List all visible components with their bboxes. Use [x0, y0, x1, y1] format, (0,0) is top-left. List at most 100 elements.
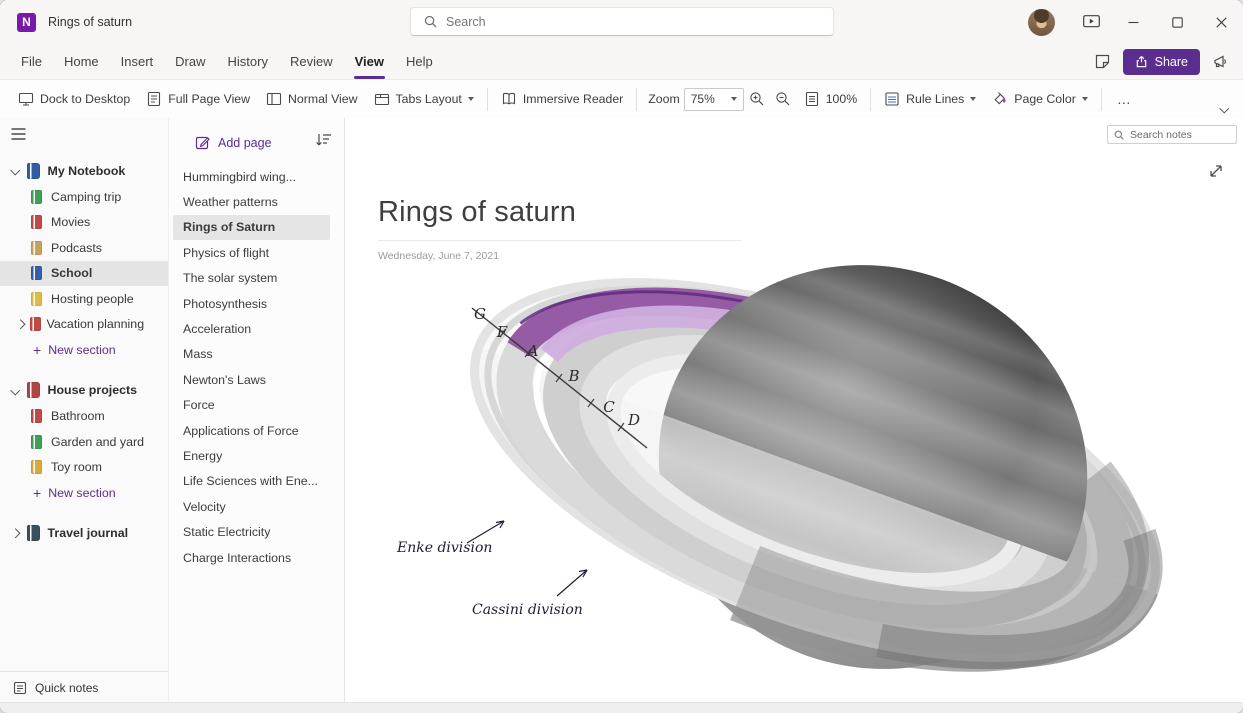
menu-view[interactable]: View: [344, 44, 395, 79]
ribbon-collapse-button[interactable]: [1219, 100, 1243, 118]
section-name: Bathroom: [51, 409, 105, 424]
chevron-down-icon: [1081, 97, 1088, 101]
search-notes-input[interactable]: Search notes: [1107, 125, 1237, 144]
megaphone-icon: [1214, 55, 1226, 67]
ribbon-separator: [636, 87, 638, 111]
present-button[interactable]: [1071, 0, 1111, 44]
page-list-item[interactable]: Static Electricity: [169, 519, 344, 544]
zoom-100-label: 100%: [825, 92, 858, 106]
rule-lines-button[interactable]: Rule Lines: [876, 86, 984, 112]
zoom-out-button[interactable]: [770, 86, 796, 112]
present-icon: [1082, 15, 1100, 28]
sidebar-section-podcasts[interactable]: Podcasts: [0, 235, 168, 261]
menu-insert[interactable]: Insert: [110, 44, 165, 79]
section-name: Podcasts: [51, 240, 102, 255]
immersive-reader-button[interactable]: Immersive Reader: [493, 86, 631, 112]
chevron-down-icon[interactable]: [10, 385, 20, 395]
plus-icon: +: [33, 484, 42, 501]
dock-to-desktop-label: Dock to Desktop: [40, 92, 131, 106]
onenote-window: N Rings of saturn Search File Home Inser…: [0, 0, 1243, 713]
menu-file[interactable]: File: [10, 44, 53, 79]
new-section-button[interactable]: + New section: [0, 337, 168, 363]
sidebar-section-camping-trip[interactable]: Camping trip: [0, 184, 168, 210]
share-button[interactable]: Share: [1122, 48, 1200, 75]
new-section-button[interactable]: + New section: [0, 480, 168, 506]
page-date: Wednesday, June 7, 2021: [378, 250, 500, 262]
chevron-right-icon[interactable]: [15, 319, 25, 329]
notebook-group: My Notebook Camping trip Movies Podcasts…: [0, 157, 168, 363]
navigation-toggle-button[interactable]: [0, 118, 168, 149]
menu-draw[interactable]: Draw: [164, 44, 216, 79]
zoom-level-select[interactable]: 75%: [683, 87, 744, 111]
cassini-division-label: Cassini division: [472, 602, 583, 618]
page-title: Charge Interactions: [183, 550, 292, 565]
menu-help[interactable]: Help: [395, 44, 444, 79]
page-list-item[interactable]: Hummingbird wing...: [169, 164, 344, 189]
notebook-travel-journal[interactable]: Travel journal: [0, 520, 168, 547]
page-title: Applications of Force: [183, 423, 299, 438]
page-list-item[interactable]: Acceleration: [169, 316, 344, 341]
close-icon: [1215, 16, 1227, 28]
sidebar-section-vacation-planning[interactable]: Vacation planning: [0, 312, 168, 338]
expand-diagonal-icon: [1210, 165, 1222, 177]
full-page-view-button[interactable]: Full Page View: [138, 86, 258, 112]
sidebar-section-toy-room[interactable]: Toy room: [0, 455, 168, 481]
maximize-button[interactable]: [1155, 0, 1199, 44]
section-icon: [31, 189, 42, 204]
normal-view-button[interactable]: Normal View: [258, 86, 365, 112]
chevron-down-icon: [730, 97, 737, 101]
page-list-item[interactable]: Physics of flight: [169, 240, 344, 265]
chevron-down-icon[interactable]: [10, 165, 20, 176]
zoom-100-button[interactable]: 100%: [796, 86, 865, 112]
chevron-down-icon: [467, 97, 474, 101]
page-list-item[interactable]: Applications of Force: [169, 418, 344, 443]
page-list-item[interactable]: Newton's Laws: [169, 367, 344, 392]
page-list-item[interactable]: Weather patterns: [169, 189, 344, 214]
rule-lines-icon: [885, 92, 899, 106]
sidebar-section-bathroom[interactable]: Bathroom: [0, 404, 168, 430]
chevron-right-icon[interactable]: [10, 528, 20, 538]
section-icon: [31, 240, 42, 255]
close-button[interactable]: [1199, 0, 1243, 44]
notebook-my-notebook[interactable]: My Notebook: [0, 157, 168, 184]
page-title[interactable]: Rings of saturn: [378, 196, 576, 229]
sort-pages-button[interactable]: [316, 133, 332, 152]
sidebar-section-hosting-people[interactable]: Hosting people: [0, 286, 168, 312]
sidebar-section-movies[interactable]: Movies: [0, 210, 168, 236]
search-input[interactable]: Search: [410, 7, 834, 36]
sidebar-section-school[interactable]: School: [0, 260, 168, 286]
expand-page-button[interactable]: [1208, 163, 1224, 179]
zoom-in-button[interactable]: [744, 86, 770, 112]
page-list-item[interactable]: Velocity: [169, 494, 344, 519]
menu-review[interactable]: Review: [279, 44, 344, 79]
minimize-button[interactable]: [1111, 0, 1155, 44]
notebook-name: My Notebook: [47, 163, 126, 178]
page-color-icon: [994, 92, 1006, 105]
page-list-item[interactable]: Mass: [169, 342, 344, 367]
compose-icon: [195, 136, 210, 150]
menu-home[interactable]: Home: [53, 44, 110, 79]
section-icon: [31, 291, 42, 306]
add-page-button[interactable]: Add page: [195, 135, 272, 150]
page-list-item[interactable]: Force: [169, 393, 344, 418]
user-avatar[interactable]: [1028, 8, 1055, 36]
notebook-house-projects[interactable]: House projects: [0, 377, 168, 404]
titlebar: N Rings of saturn Search: [0, 0, 1243, 44]
menu-history[interactable]: History: [217, 44, 279, 79]
quick-notes-button[interactable]: Quick notes: [0, 671, 168, 703]
page-canvas[interactable]: G F A B C D Enke division Cassini divisi…: [345, 118, 1243, 703]
whats-new-button[interactable]: [1212, 54, 1229, 70]
page-list-item[interactable]: Energy: [169, 443, 344, 468]
tabs-layout-button[interactable]: Tabs Layout: [366, 86, 482, 112]
page-list-item[interactable]: Photosynthesis: [169, 291, 344, 316]
page-color-button[interactable]: Page Color: [984, 86, 1096, 112]
sidebar-section-garden-and-yard[interactable]: Garden and yard: [0, 429, 168, 455]
horizontal-scrollbar[interactable]: [0, 702, 1243, 713]
page-list-item-selected[interactable]: Rings of Saturn: [173, 214, 330, 241]
page-list-item[interactable]: The solar system: [169, 266, 344, 291]
page-list-item[interactable]: Charge Interactions: [169, 545, 344, 570]
page-list-item[interactable]: Life Sciences with Ene...: [169, 469, 344, 494]
dock-to-desktop-button[interactable]: Dock to Desktop: [10, 86, 138, 112]
feedback-note-button[interactable]: [1094, 53, 1111, 70]
ribbon-more-button[interactable]: …: [1107, 87, 1142, 111]
